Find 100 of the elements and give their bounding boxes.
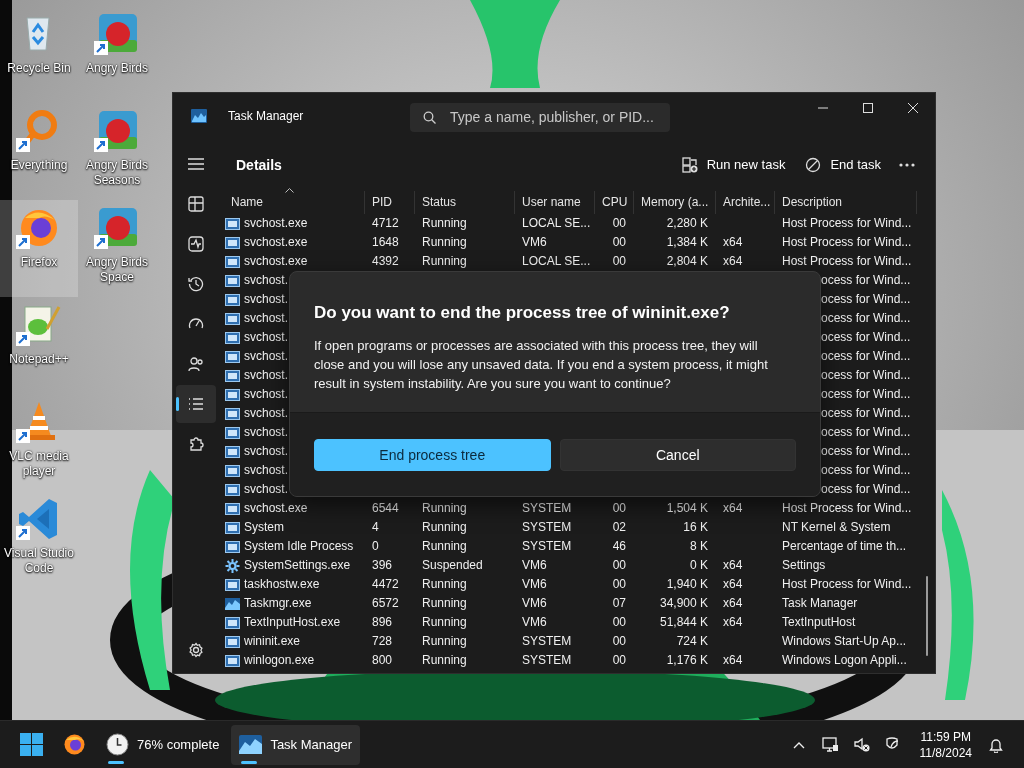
search-field[interactable]: Type a name, publisher, or PID... [410,103,670,132]
column-header[interactable]: Memory (a... [634,191,716,214]
service-icon [225,330,240,345]
table-cell: ocess for Wind... [821,444,911,458]
service-icon [225,615,240,630]
history-icon [188,276,204,292]
table-cell-text: 00 [611,652,627,669]
process-name: svchost. [244,272,288,289]
table-cell-text: Running [421,215,468,232]
icon-label: Angry Birds [85,61,149,76]
process-name: svchost. [244,481,288,498]
table-cell-text: 07 [611,595,627,612]
service-icon [225,444,240,459]
table-cell-text: 00 [611,253,627,270]
table-cell-text: Host Process for Wind... [781,215,913,232]
column-header[interactable]: Name [219,191,365,214]
process-name: SystemSettings.exe [244,557,351,574]
table-cell-text: 46 [611,538,627,555]
service-icon [225,634,240,649]
process-name: svchost. [244,386,288,403]
table-cell: ocess for Wind... [821,330,911,344]
process-name: svchost. [244,367,288,384]
taskbar-button[interactable]: Task Manager [231,724,361,765]
table-cell: ocess for Wind... [821,368,911,382]
table-cell-text: 0 K [689,557,709,574]
service-icon [225,520,240,535]
toolbar-button[interactable]: End task [795,151,891,179]
column-header[interactable]: User name [515,191,595,214]
process-name: TextInputHost.exe [244,614,341,631]
nav-tab[interactable] [176,385,216,423]
table-cell-text: Running [421,253,468,270]
process-name: svchost. [244,443,288,460]
table-cell-text: SYSTEM [521,519,573,536]
column-header[interactable]: CPU [595,191,634,214]
table-cell-text: SYSTEM [521,652,573,669]
table-cell: ocess for Wind... [821,311,911,325]
process-name: svchost.exe [244,500,308,517]
users-icon [188,356,204,372]
table-cell-text: 51,844 K [658,614,709,631]
more-icon [899,163,915,167]
service-icon [225,539,240,554]
table-cell-text: 724 K [675,633,709,650]
gear-icon [225,558,240,573]
clock-time[interactable]: 11:59 PM [919,728,972,745]
scrollbar-thumb[interactable] [926,576,928,656]
grid-icon [188,196,204,212]
table-cell-text: Host Process for Wind... [781,500,913,517]
table-cell-text: Running [421,652,468,669]
service-icon [225,463,240,478]
table-cell: ocess for Wind... [821,387,911,401]
table-cell-text: 00 [611,234,627,251]
table-cell-text: 1,504 K [665,500,709,517]
prohibited-icon [805,157,822,173]
dialog-button[interactable]: Cancel [559,439,796,471]
windows-logo-icon [20,733,43,756]
dialog-button[interactable]: End process tree [314,439,551,471]
table-cell-text: x64 [722,614,744,631]
table-cell: ocess for Wind... [821,349,911,363]
network-icon[interactable] [821,736,839,753]
table-cell-text: 00 [611,500,627,517]
table-cell-text: 4712 [371,215,400,232]
column-header[interactable]: Archite... [716,191,775,214]
pulse-icon [188,236,204,252]
column-header[interactable]: PID [365,191,415,214]
table-cell-text: TextInputHost [781,614,857,631]
table-cell-text: LOCAL SE... [521,215,592,232]
service-icon [225,387,240,402]
table-cell-text: 00 [611,557,627,574]
table-cell-text: 800 [371,652,394,669]
volume-muted-icon[interactable] [852,736,870,753]
table-cell-text: x64 [722,576,744,593]
table-cell-text: x64 [722,500,744,517]
table-cell-text: 00 [611,614,627,631]
table-cell-text: Running [421,576,468,593]
table-cell-text: VM6 [521,614,548,631]
table-cell-text: Task Manager [781,595,859,612]
table-cell: ocess for Wind... [821,273,911,287]
clock-icon [106,733,129,756]
table-cell-text: Host Process for Wind... [781,234,913,251]
table-cell-text: x64 [722,595,744,612]
table-cell-text: 00 [611,633,627,650]
table-cell: ocess for Wind... [821,292,911,306]
puzzle-icon [188,436,204,452]
table-cell: ocess for Wind... [821,463,911,477]
notification-bell-icon[interactable] [988,736,1004,753]
table-cell-text: 00 [611,576,627,593]
column-header[interactable]: Description [775,191,917,214]
taskbar-button[interactable]: 76% complete [98,724,228,765]
table-cell-text: 1,176 K [665,652,709,669]
clock-date[interactable]: 11/8/2024 [919,744,972,761]
table-cell-text: Suspended [421,557,484,574]
table-cell-text: SYSTEM [521,633,573,650]
close-icon [906,103,919,113]
table-cell-text: x64 [722,652,744,669]
service-icon [225,235,240,250]
column-header[interactable]: Status [415,191,515,214]
settings-icon [188,642,204,658]
table-cell-text: Host Process for Wind... [781,576,913,593]
service-icon [225,577,240,592]
toolbar-button[interactable]: Run new task [671,151,796,179]
